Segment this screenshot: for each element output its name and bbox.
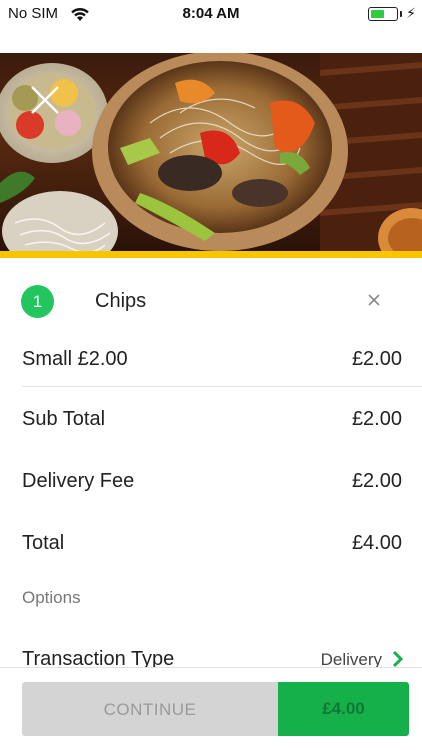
- divider: [22, 386, 422, 387]
- cart-item-header: 1 Chips: [0, 282, 422, 322]
- battery-level: [371, 10, 384, 18]
- charging-bolt-icon: ⚡: [406, 5, 416, 21]
- subtotal-label: Sub Total: [22, 408, 106, 430]
- total-value: £4.00: [351, 532, 402, 554]
- item-name: Chips: [95, 290, 147, 312]
- size-label: Small £2.00: [22, 348, 128, 370]
- subtotal-row: Sub Total £2.00: [0, 400, 422, 440]
- total-price-button[interactable]: £4.00: [278, 682, 409, 736]
- options-heading: Options: [22, 588, 81, 607]
- status-bar: No SIM 8:04 AM ⚡: [0, 0, 422, 28]
- delivery-fee-label: Delivery Fee: [22, 470, 135, 492]
- chevron-right-icon[interactable]: [392, 650, 404, 668]
- quantity-badge: 1: [21, 285, 54, 318]
- delivery-fee-value: £2.00: [351, 470, 402, 492]
- close-icon[interactable]: [28, 83, 62, 117]
- total-label: Total: [22, 532, 65, 554]
- accent-stripe: [0, 251, 422, 258]
- battery-tip: [400, 11, 402, 17]
- clock: 8:04 AM: [182, 5, 240, 22]
- battery-icon: [368, 7, 398, 21]
- checkout-footer: CONTINUE £4.00: [0, 668, 422, 750]
- remove-item-icon[interactable]: [365, 291, 383, 309]
- subtotal-value: £2.00: [351, 408, 402, 430]
- continue-button[interactable]: CONTINUE: [22, 682, 278, 736]
- food-photo: [0, 53, 422, 251]
- delivery-fee-row: Delivery Fee £2.00: [0, 462, 422, 502]
- size-price: £2.00: [351, 348, 402, 370]
- size-line: Small £2.00 £2.00: [0, 340, 422, 380]
- food-illustration: [0, 53, 422, 251]
- total-row: Total £4.00: [0, 524, 422, 564]
